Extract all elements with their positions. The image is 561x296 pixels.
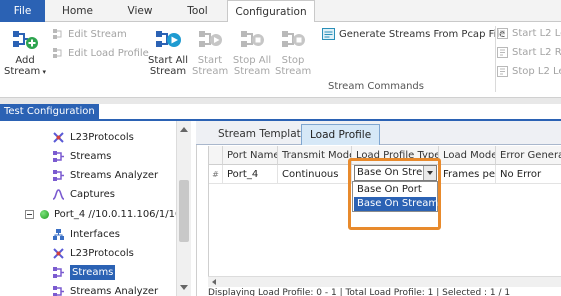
streams-analyzer-icon xyxy=(53,170,64,181)
stop-stream-button[interactable]: Stop Stream xyxy=(275,28,311,77)
ribbon-tab-bar: File Home View Tool Configuration xyxy=(0,0,561,23)
grid-horizontal-scrollbar[interactable] xyxy=(208,276,561,287)
tree-node-l23protocols-port-4[interactable]: L23Protocols xyxy=(52,244,134,263)
edit-stream-icon xyxy=(53,29,62,39)
start-l2-rx-learning-label: Start L2 Rx L xyxy=(512,47,561,58)
dropdown-caret-icon: ▾ xyxy=(40,68,46,76)
stop-all-stream-icon xyxy=(241,31,264,47)
tree-node-label-selected: Streams xyxy=(70,265,116,280)
stop-all-stream-label: Stop All xyxy=(232,55,272,66)
test-configuration-tree: L23Protocols Streams Streams Analyzer Ca… xyxy=(0,121,191,296)
stop-l2-learning-button[interactable]: Stop L2 Lear xyxy=(497,66,561,77)
captures-icon xyxy=(52,189,65,200)
group-label-stream-commands: Stream Commands xyxy=(328,81,424,92)
edit-stream-label: Edit Stream xyxy=(68,28,127,40)
stop-stream-icon xyxy=(282,31,305,47)
tab-view[interactable]: View xyxy=(110,0,170,22)
tree-node-streams-analyzer[interactable]: Streams Analyzer xyxy=(52,166,158,185)
column-header-error-generation[interactable]: Error Generation xyxy=(496,146,561,165)
tab-configuration[interactable]: Configuration xyxy=(227,0,315,23)
protocols-icon xyxy=(53,248,64,259)
row-indicator[interactable]: # xyxy=(209,165,223,184)
cell-transmit-mode[interactable]: Continuous xyxy=(278,165,352,184)
tree-node-label: Captures xyxy=(70,189,115,200)
column-header-port-name[interactable]: Port Name xyxy=(223,146,278,165)
pcap-file-icon xyxy=(322,28,335,40)
scroll-left-arrow-icon[interactable] xyxy=(212,279,216,285)
stop-l2-learning-label: Stop L2 Lear xyxy=(512,66,561,77)
scroll-down-arrow-icon[interactable] xyxy=(180,285,188,290)
start-all-stream-button[interactable]: Start All Stream xyxy=(146,28,190,77)
tab-load-profile[interactable]: Load Profile xyxy=(301,124,381,145)
start-stream-icon xyxy=(199,31,222,47)
grid-corner-header xyxy=(209,146,223,165)
stop-stream-label: Stop xyxy=(281,55,305,66)
tree-node-label: Interfaces xyxy=(70,229,120,240)
start-l2-learning-label: Start L2 Lear xyxy=(512,28,561,39)
edit-load-profile-button[interactable]: Edit Load Profile xyxy=(52,47,149,59)
edit-stream-button[interactable]: Edit Stream xyxy=(52,28,127,40)
annotation-highlight-box xyxy=(348,158,441,230)
start-l2-learning-button[interactable]: Start L2 Lear xyxy=(497,28,561,39)
stop-stream-label-line2: Stream xyxy=(275,66,312,77)
cell-port-name[interactable]: Port_4 xyxy=(223,165,278,184)
tree-node-captures[interactable]: Captures xyxy=(52,185,115,204)
l2-rx-learning-icon xyxy=(497,47,508,58)
interfaces-icon xyxy=(53,229,64,240)
tree-node-streams-port-4[interactable]: Streams xyxy=(52,263,116,282)
add-stream-button[interactable]: Add Stream ▾ xyxy=(4,28,46,78)
start-all-stream-label-line2: Stream xyxy=(149,66,187,77)
tree-node-label: L23Protocols xyxy=(70,248,134,259)
streams-icon xyxy=(53,151,64,162)
column-header-transmit-mode[interactable]: Transmit Mode xyxy=(278,146,352,165)
tree-node-label: Streams Analyzer xyxy=(70,286,159,296)
port-online-status-icon xyxy=(40,210,49,219)
cell-load-mode[interactable]: Frames pe... xyxy=(439,165,496,184)
tree-node-port-4[interactable]: Port_4 //10.0.11.106/1/10 xyxy=(25,205,181,224)
ribbon: Add Stream ▾ Edit Stream Edit Load Profi… xyxy=(0,22,561,98)
start-l2-rx-learning-button[interactable]: Start L2 Rx L xyxy=(497,47,561,58)
start-all-stream-label: Start All xyxy=(147,55,188,66)
edit-load-profile-label: Edit Load Profile xyxy=(68,47,149,59)
tree-node-label: Port_4 //10.0.11.106/1/10 xyxy=(54,209,182,220)
scroll-up-arrow-icon[interactable] xyxy=(180,127,188,132)
start-stream-button[interactable]: Start Stream xyxy=(192,28,228,77)
stop-l2-learning-icon xyxy=(497,66,508,77)
stop-all-stream-button[interactable]: Stop All Stream xyxy=(231,28,273,77)
start-stream-label: Start xyxy=(197,55,223,66)
tree-node-streams-analyzer-port-4[interactable]: Streams Analyzer xyxy=(52,282,158,296)
streams-analyzer-icon xyxy=(53,286,64,296)
add-stream-label-line2: Stream xyxy=(4,66,41,77)
column-header-load-mode[interactable]: Load Mode xyxy=(439,146,496,165)
streams-icon xyxy=(53,267,64,278)
tree-vertical-scrollbar[interactable] xyxy=(176,121,191,296)
tab-tool[interactable]: Tool xyxy=(170,0,225,22)
add-stream-icon xyxy=(13,31,38,49)
tree-node-streams[interactable]: Streams xyxy=(52,147,111,166)
tab-file[interactable]: File xyxy=(0,0,45,22)
tree-node-l23protocols[interactable]: L23Protocols xyxy=(52,128,134,147)
add-stream-label: Add xyxy=(15,55,35,66)
generate-streams-from-pcap-label: Generate Streams From Pcap File xyxy=(339,28,506,40)
generate-streams-from-pcap-button[interactable]: Generate Streams From Pcap File xyxy=(322,28,505,40)
start-all-stream-icon xyxy=(156,31,181,47)
grid-status-text: Displaying Load Profile: 0 - 1 | Total L… xyxy=(208,288,511,296)
ribbon-group-separator xyxy=(495,26,496,92)
l2-learning-icon xyxy=(497,28,508,39)
tree-node-label: Streams xyxy=(70,151,112,162)
tree-node-label: L23Protocols xyxy=(70,132,134,143)
tree-node-label: Streams Analyzer xyxy=(70,170,159,181)
stop-all-stream-label-line2: Stream xyxy=(233,66,271,77)
edit-load-profile-icon xyxy=(53,48,62,58)
cell-error-generation[interactable]: No Error xyxy=(496,165,561,184)
tree-node-interfaces[interactable]: Interfaces xyxy=(52,225,120,244)
scroll-thumb[interactable] xyxy=(179,180,189,242)
tab-home[interactable]: Home xyxy=(45,0,110,22)
test-configuration-tab[interactable]: Test Configuration xyxy=(0,104,99,120)
protocols-icon xyxy=(53,132,64,143)
start-stream-label-line2: Stream xyxy=(192,66,229,77)
collapse-toggle-icon[interactable] xyxy=(25,210,34,219)
